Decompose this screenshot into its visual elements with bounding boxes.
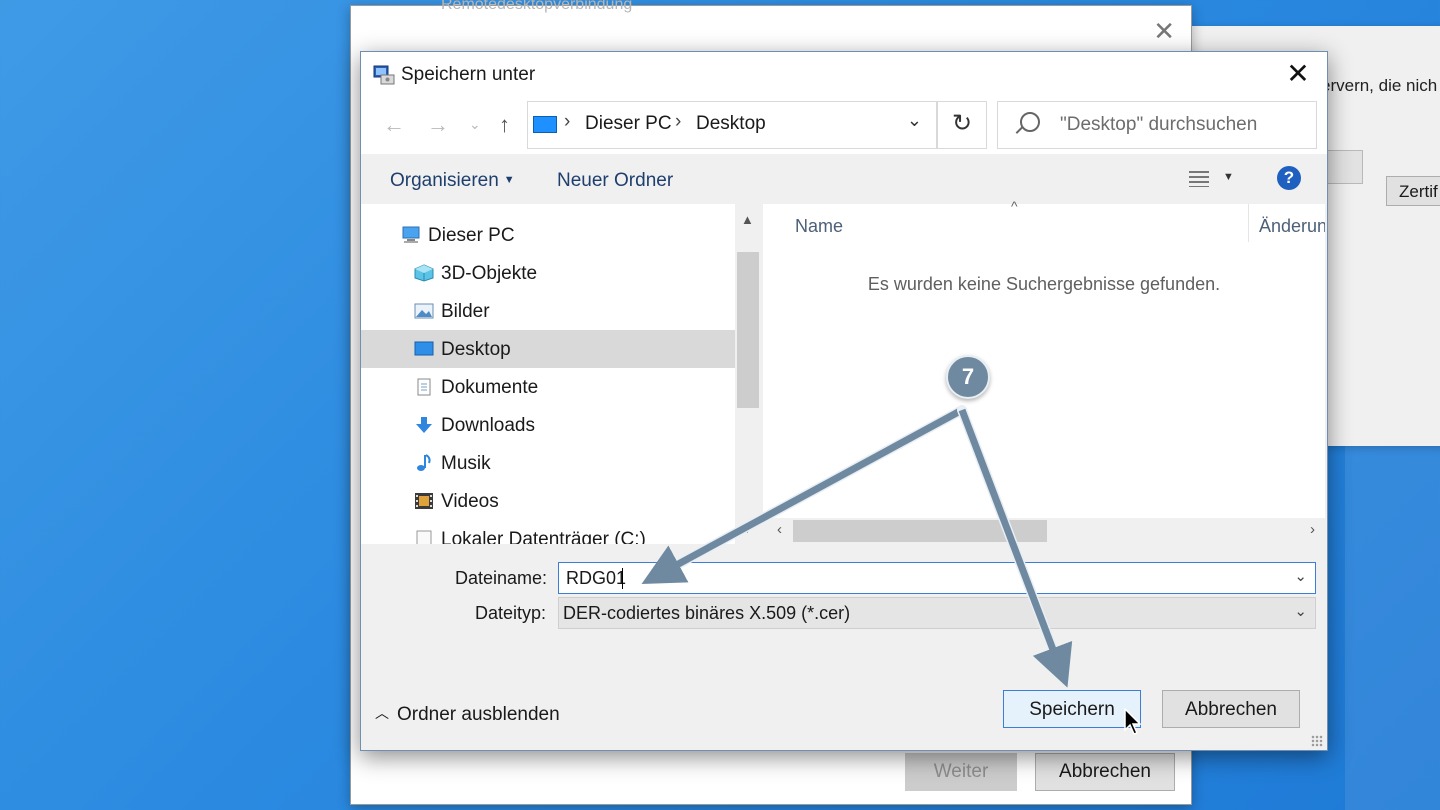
breadcrumb-separator-icon: › bbox=[564, 111, 571, 132]
background-cancel-button[interactable]: Abbrechen bbox=[1035, 753, 1175, 791]
refresh-icon[interactable]: ↻ bbox=[937, 101, 987, 149]
back-arrow-icon[interactable]: ← bbox=[383, 112, 405, 138]
caret-down-icon[interactable]: ▼ bbox=[1223, 171, 1234, 183]
desktop-tile bbox=[1345, 446, 1440, 810]
filetype-label: Dateityp: bbox=[475, 603, 547, 623]
column-header-changed[interactable]: Änderungsdatum bbox=[1259, 216, 1325, 237]
up-arrow-icon[interactable]: ↑ bbox=[499, 112, 510, 138]
scrollbar-thumb[interactable] bbox=[737, 252, 759, 408]
search-placeholder: "Desktop" durchsuchen bbox=[1060, 114, 1258, 135]
video-icon bbox=[415, 493, 433, 509]
cancel-button[interactable]: Abbrechen bbox=[1162, 690, 1300, 728]
help-icon[interactable]: ? bbox=[1277, 166, 1301, 190]
filename-value: RDG01 bbox=[566, 568, 627, 588]
desktop-icon bbox=[414, 341, 434, 356]
filetype-value: DER-codiertes binäres X.509 (*.cer) bbox=[563, 603, 851, 623]
sort-caret-icon: ^ bbox=[1011, 198, 1018, 214]
recent-chevron-icon[interactable]: ⌄ bbox=[469, 116, 481, 133]
nav-item-label: 3D-Objekte bbox=[441, 263, 538, 284]
music-icon bbox=[417, 454, 431, 471]
organize-label: Organisieren bbox=[390, 170, 499, 191]
nav-item-label: Videos bbox=[441, 491, 499, 512]
nav-item-local-drive[interactable]: Lokaler Datenträger (C:) bbox=[361, 520, 735, 544]
nav-item-desktop[interactable]: Desktop bbox=[361, 330, 735, 368]
nav-item-label: Bilder bbox=[441, 301, 490, 322]
hide-folders-button[interactable]: ︿ Ordner ausblenden bbox=[375, 703, 560, 726]
breadcrumb-separator-icon: › bbox=[675, 111, 682, 132]
chevron-down-icon[interactable]: ⌄ bbox=[907, 110, 922, 131]
next-button[interactable]: Weiter bbox=[905, 753, 1017, 791]
dialog-titlebar: Speichern unter ✕ bbox=[361, 52, 1327, 98]
step-number-badge: 7 bbox=[946, 355, 990, 399]
nav-item-this-pc[interactable]: Dieser PC bbox=[361, 216, 735, 254]
forward-arrow-icon[interactable]: → bbox=[427, 112, 449, 138]
navigation-pane: Dieser PC 3D-Objekte Bilder Desktop Doku… bbox=[361, 204, 737, 544]
breadcrumb-item[interactable]: Desktop bbox=[696, 113, 766, 135]
search-input[interactable]: "Desktop" durchsuchen bbox=[997, 101, 1317, 149]
file-list: ^ Name Änderungsdatum Es wurden keine Su… bbox=[763, 198, 1325, 544]
remote-desktop-title: Remotedesktopverbindung bbox=[441, 0, 633, 13]
hide-folders-label: Ordner ausblenden bbox=[397, 704, 560, 725]
nav-item-label: Desktop bbox=[441, 339, 511, 360]
nav-item-label: Downloads bbox=[441, 415, 535, 436]
filetype-select[interactable]: DER-codiertes binäres X.509 (*.cer) ⌄ bbox=[558, 597, 1316, 629]
chevron-down-icon[interactable]: ⌄ bbox=[1294, 602, 1307, 620]
save-button[interactable]: Speichern bbox=[1003, 690, 1141, 728]
scroll-up-icon[interactable]: ▲ bbox=[741, 212, 754, 227]
nav-item-3d-objects[interactable]: 3D-Objekte bbox=[361, 254, 735, 292]
nav-item-music[interactable]: Musik bbox=[361, 444, 735, 482]
pictures-icon bbox=[414, 303, 434, 319]
close-icon[interactable]: ✕ bbox=[1283, 59, 1313, 89]
organize-button[interactable]: Organisieren ▼ bbox=[390, 170, 515, 192]
documents-icon bbox=[417, 378, 431, 396]
download-icon bbox=[416, 417, 432, 433]
breadcrumb-item[interactable]: Dieser PC bbox=[585, 113, 672, 135]
nav-item-label: Dokumente bbox=[441, 377, 539, 398]
search-icon bbox=[1020, 112, 1040, 132]
nav-item-documents[interactable]: Dokumente bbox=[361, 368, 735, 406]
nav-item-downloads[interactable]: Downloads bbox=[361, 406, 735, 444]
nav-item-videos[interactable]: Videos bbox=[361, 482, 735, 520]
column-divider[interactable] bbox=[1248, 204, 1249, 242]
column-header-name[interactable]: Name bbox=[795, 216, 843, 237]
text-cursor bbox=[622, 568, 623, 589]
horizontal-scrollbar[interactable]: ‹ › bbox=[763, 518, 1325, 544]
navigation-bar: ← → ⌄ ↑ › Dieser PC › Desktop ⌄ ↻ "Deskt… bbox=[361, 98, 1327, 154]
navigation-scrollbar[interactable]: ▲ ▼ bbox=[735, 204, 761, 544]
scrollbar-thumb[interactable] bbox=[793, 520, 1047, 542]
filename-input[interactable]: RDG01 ⌄ bbox=[558, 562, 1316, 594]
address-bar[interactable]: › Dieser PC › Desktop ⌄ bbox=[527, 101, 937, 149]
save-as-dialog: Speichern unter ✕ ← → ⌄ ↑ › Dieser PC › … bbox=[360, 51, 1328, 751]
chevron-up-icon: ︿ bbox=[375, 705, 389, 721]
background-dialog-text: ervern, die nich bbox=[1321, 76, 1438, 95]
scroll-left-icon[interactable]: ‹ bbox=[777, 521, 782, 538]
resize-grip-icon[interactable] bbox=[1311, 735, 1323, 747]
drive-icon bbox=[416, 530, 432, 544]
nav-item-pictures[interactable]: Bilder bbox=[361, 292, 735, 330]
chevron-down-icon[interactable]: ⌄ bbox=[1294, 567, 1307, 585]
save-app-icon bbox=[373, 65, 395, 85]
mouse-cursor-icon bbox=[1124, 708, 1142, 735]
nav-item-label: Lokaler Datenträger (C:) bbox=[441, 529, 646, 544]
empty-message: Es wurden keine Suchergebnisse gefunden. bbox=[867, 274, 1221, 294]
dialog-title: Speichern unter bbox=[401, 64, 536, 85]
nav-item-label: Dieser PC bbox=[428, 225, 515, 246]
cube-icon bbox=[414, 264, 434, 282]
computer-icon bbox=[402, 226, 420, 243]
computer-icon bbox=[533, 116, 557, 133]
scroll-down-icon[interactable]: ▼ bbox=[741, 521, 754, 536]
command-bar: Organisieren ▼ Neuer Ordner ▼ ? bbox=[361, 154, 1327, 204]
scroll-right-icon[interactable]: › bbox=[1310, 521, 1315, 538]
nav-item-label: Musik bbox=[441, 453, 491, 474]
view-list-icon[interactable] bbox=[1189, 171, 1209, 187]
filename-label: Dateiname: bbox=[455, 568, 548, 588]
new-folder-button[interactable]: Neuer Ordner bbox=[557, 170, 673, 192]
caret-down-icon: ▼ bbox=[503, 174, 515, 186]
certificate-button[interactable]: Zertif bbox=[1386, 176, 1440, 206]
close-icon[interactable]: ✕ bbox=[1153, 16, 1175, 47]
